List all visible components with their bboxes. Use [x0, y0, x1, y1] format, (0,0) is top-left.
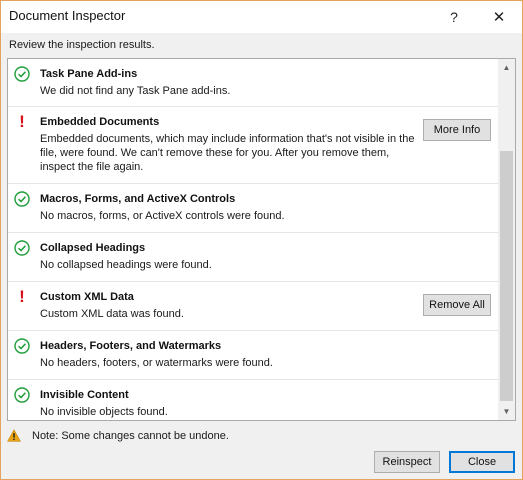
close-window-button[interactable]: ✕: [476, 1, 522, 32]
check-circle-icon: [14, 240, 30, 256]
result-description: We did not find any Task Pane add-ins.: [40, 85, 231, 97]
vertical-scrollbar[interactable]: ▲ ▼: [498, 59, 515, 420]
check-circle-icon: [14, 338, 30, 354]
result-description: No headers, footers, or watermarks were …: [40, 357, 273, 369]
check-circle-icon: [14, 66, 30, 82]
result-row: Invisible Content No invisible objects fo…: [8, 380, 499, 420]
result-row: Task Pane Add-ins We did not find any Tas…: [8, 59, 499, 107]
result-title: Invisible Content: [40, 389, 129, 401]
document-inspector-dialog: Document Inspector ? ✕ Review the inspec…: [0, 0, 523, 480]
title-bar: Document Inspector ? ✕: [1, 1, 522, 33]
result-title: Headers, Footers, and Watermarks: [40, 340, 222, 352]
result-description: No collapsed headings were found.: [40, 259, 212, 271]
check-circle-icon: [14, 191, 30, 207]
result-description: No macros, forms, or ActiveX controls we…: [40, 210, 285, 222]
more-info-button[interactable]: More Info: [423, 119, 491, 141]
result-row: Collapsed Headings No collapsed headings …: [8, 233, 499, 282]
result-description: Embedded documents, which may include in…: [40, 133, 415, 173]
exclamation-icon: !: [19, 287, 25, 306]
close-button[interactable]: Close: [449, 451, 515, 473]
result-row: ! Custom XML Data Custom XML data was foun…: [8, 282, 499, 331]
result-row: ! Embedded Documents Embedded documents, w…: [8, 107, 499, 184]
result-title: Task Pane Add-ins: [40, 68, 138, 80]
result-title: Custom XML Data: [40, 291, 134, 303]
result-title: Collapsed Headings: [40, 242, 146, 254]
results-rows: Task Pane Add-ins We did not find any Tas…: [8, 59, 499, 420]
remove-all-button[interactable]: Remove All: [423, 294, 491, 316]
result-row: Headers, Footers, and Watermarks No heade…: [8, 331, 499, 380]
note-bar: Note: Some changes cannot be undone.: [7, 429, 229, 442]
scrollbar-thumb[interactable]: [500, 151, 513, 401]
dialog-title: Document Inspector: [9, 8, 126, 23]
results-list[interactable]: Task Pane Add-ins We did not find any Tas…: [7, 58, 516, 421]
exclamation-icon: !: [19, 112, 25, 131]
result-description: No invisible objects found.: [40, 406, 168, 418]
reinspect-button[interactable]: Reinspect: [374, 451, 440, 473]
result-title: Embedded Documents: [40, 116, 160, 128]
help-button[interactable]: ?: [431, 1, 477, 32]
instructions-text: Review the inspection results.: [9, 39, 155, 51]
scroll-down-icon[interactable]: ▼: [498, 403, 515, 420]
result-title: Macros, Forms, and ActiveX Controls: [40, 193, 236, 205]
result-row: Macros, Forms, and ActiveX Controls No ma…: [8, 184, 499, 233]
warning-triangle-icon: [7, 429, 21, 442]
result-description: Custom XML data was found.: [40, 308, 184, 320]
scroll-up-icon[interactable]: ▲: [498, 59, 515, 76]
note-text: Note: Some changes cannot be undone.: [32, 429, 229, 442]
check-circle-icon: [14, 387, 30, 403]
